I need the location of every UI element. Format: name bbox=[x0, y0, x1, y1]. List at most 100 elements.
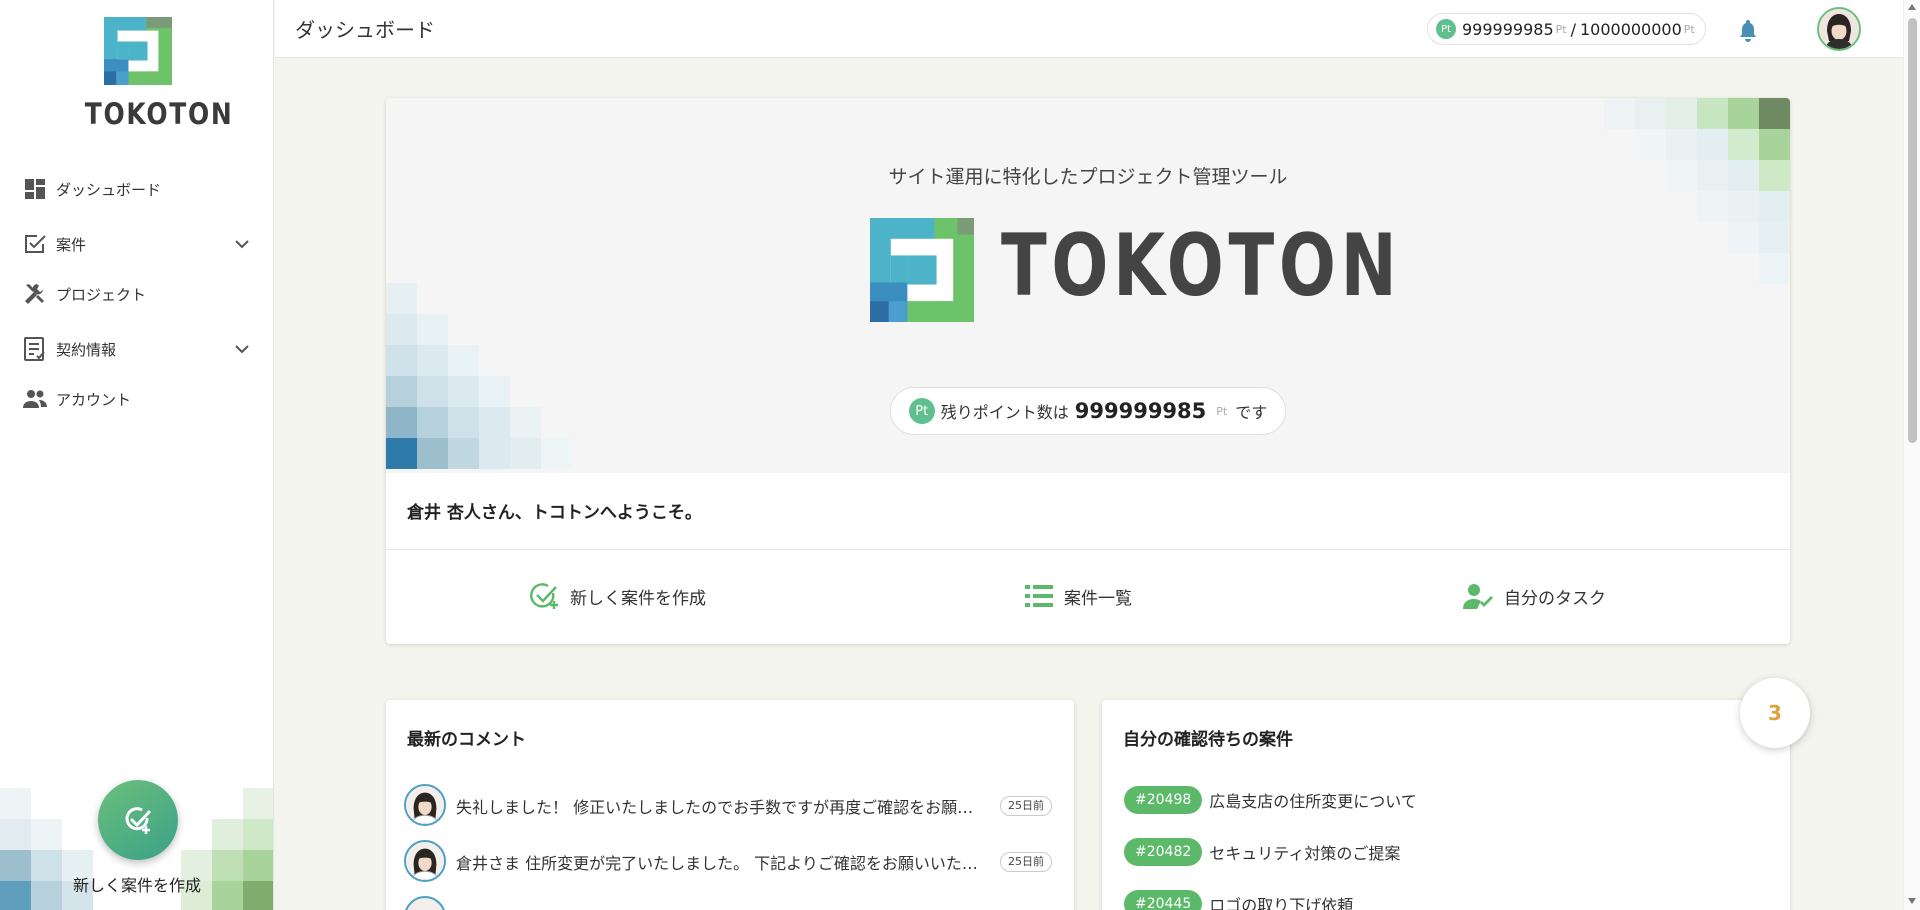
remaining-prefix: 残りポイント数は bbox=[940, 403, 1069, 422]
pending-case-item[interactable]: #20482 セキュリティ対策のご提案 bbox=[1124, 837, 1400, 867]
sidebar: TOKOTON ダッシュボード 案件 プロジェクト 契約情報 アカウント 新しく… bbox=[0, 0, 274, 910]
notification-bell-icon[interactable] bbox=[1737, 18, 1759, 42]
mosaic-tile bbox=[31, 819, 62, 850]
chevron-down-icon[interactable] bbox=[234, 341, 250, 357]
user-check-icon bbox=[1462, 581, 1496, 611]
pending-count-badge[interactable]: 3 bbox=[1740, 678, 1810, 748]
pending-cases-card: 自分の確認待ちの案件 #20498 広島支店の住所変更について #20482 セ… bbox=[1102, 700, 1790, 910]
mosaic-tile bbox=[510, 407, 541, 438]
top-header: ダッシュボード Pt 999999985 Pt / 1000000000 Pt bbox=[275, 0, 1903, 58]
add-task-icon bbox=[125, 807, 152, 834]
sidebar-logo-text: TOKOTON bbox=[84, 97, 234, 131]
scroll-thumb[interactable] bbox=[1908, 18, 1917, 443]
mosaic-tile bbox=[243, 788, 273, 819]
mosaic-tile bbox=[1759, 98, 1790, 129]
mosaic-tile bbox=[417, 345, 448, 376]
points-indicator: Pt 999999985 Pt / 1000000000 Pt bbox=[1427, 13, 1706, 45]
my-tasks-button[interactable]: 自分のタスク bbox=[1462, 581, 1606, 611]
commenter-avatar-icon bbox=[406, 786, 444, 824]
case-list-button[interactable]: 案件一覧 bbox=[1022, 581, 1132, 611]
points-badge-icon: Pt bbox=[908, 398, 935, 424]
points-unit: Pt bbox=[1683, 22, 1695, 36]
hero-tagline: サイト運用に特化したプロジェクト管理ツール bbox=[888, 166, 1288, 188]
remaining-suffix: です bbox=[1235, 403, 1268, 422]
tools-icon bbox=[22, 281, 48, 307]
action-label: 案件一覧 bbox=[1064, 588, 1132, 609]
pending-case-item[interactable]: #20445 ロゴの取り下げ依頼 bbox=[1124, 889, 1353, 910]
mosaic-tile bbox=[448, 345, 479, 376]
mosaic-tile bbox=[541, 438, 572, 469]
new-case-fab-button[interactable] bbox=[98, 780, 178, 860]
mosaic-tile bbox=[448, 438, 479, 469]
sidebar-nav: ダッシュボード 案件 プロジェクト 契約情報 アカウント bbox=[0, 164, 273, 424]
mosaic-tile bbox=[386, 376, 417, 407]
mosaic-tile bbox=[0, 788, 31, 819]
case-title: 広島支店の住所変更について bbox=[1209, 792, 1417, 811]
mosaic-tile bbox=[386, 438, 417, 469]
comment-item[interactable]: 倉井さま 住所変更が完了いたしました。 下記よりご確認をお願いいたします。 25… bbox=[404, 840, 1064, 886]
add-task-icon bbox=[528, 581, 562, 611]
mosaic-tile bbox=[386, 407, 417, 438]
tokoton-logo-icon bbox=[104, 17, 172, 85]
mosaic-tile bbox=[1604, 98, 1635, 129]
people-icon bbox=[22, 386, 48, 412]
welcome-hero-card: サイト運用に特化したプロジェクト管理ツール TOKOTON Pt 残りポイント数… bbox=[386, 98, 1790, 644]
case-id-badge: #20498 bbox=[1124, 786, 1203, 814]
sidebar-item-label: ダッシュボード bbox=[56, 180, 162, 199]
mosaic-tile bbox=[448, 376, 479, 407]
sidebar-item-label: 契約情報 bbox=[56, 340, 117, 359]
sidebar-item-contract[interactable]: 契約情報 bbox=[0, 324, 273, 374]
fab-label: 新しく案件を作成 bbox=[72, 876, 201, 895]
mosaic-tile bbox=[417, 376, 448, 407]
comment-item[interactable]: 失礼しました！ 修正いたしましたのでお手数ですが再度ご確認をお願いいたします。 … bbox=[404, 784, 1064, 830]
mosaic-tile bbox=[212, 819, 243, 850]
page-title: ダッシュボード bbox=[295, 18, 435, 42]
card-title: 最新のコメント bbox=[407, 730, 526, 750]
comment-time-badge: 25日前 bbox=[1000, 796, 1052, 816]
sidebar-item-label: 案件 bbox=[56, 235, 87, 254]
mosaic-tile bbox=[1728, 129, 1759, 160]
mosaic-tile bbox=[1759, 253, 1790, 284]
comment-time-badge: 25日前 bbox=[1000, 852, 1052, 872]
sidebar-item-dashboard[interactable]: ダッシュボード bbox=[0, 164, 273, 214]
mosaic-tile bbox=[0, 819, 31, 850]
remaining-points-pill: Pt 残りポイント数は 999999985 Pt です bbox=[890, 387, 1286, 435]
hero-banner: サイト運用に特化したプロジェクト管理ツール TOKOTON Pt 残りポイント数… bbox=[386, 98, 1790, 473]
mosaic-tile bbox=[1666, 98, 1697, 129]
points-badge-icon: Pt bbox=[1436, 19, 1456, 39]
mosaic-tile bbox=[448, 407, 479, 438]
mosaic-tile bbox=[1728, 222, 1759, 253]
tokoton-logo-icon bbox=[870, 218, 974, 322]
case-title: セキュリティ対策のご提案 bbox=[1209, 844, 1401, 863]
mosaic-tile bbox=[243, 819, 273, 850]
sidebar-item-cases[interactable]: 案件 bbox=[0, 219, 273, 269]
mosaic-tile bbox=[417, 314, 448, 345]
hero-logo-text: TOKOTON bbox=[1001, 216, 1402, 316]
mosaic-tile bbox=[1697, 98, 1728, 129]
points-total: 1000000000 bbox=[1579, 19, 1682, 39]
points-unit: Pt bbox=[1555, 22, 1567, 36]
mosaic-tile bbox=[1697, 129, 1728, 160]
chevron-down-icon[interactable] bbox=[234, 236, 250, 252]
points-separator: / bbox=[1570, 19, 1576, 39]
sidebar-item-project[interactable]: プロジェクト bbox=[0, 269, 273, 319]
decorative-mosaic bbox=[1586, 98, 1790, 298]
list-icon bbox=[1022, 581, 1056, 611]
sidebar-item-account[interactable]: アカウント bbox=[0, 374, 273, 424]
mosaic-tile bbox=[479, 376, 510, 407]
action-label: 自分のタスク bbox=[1504, 588, 1606, 609]
new-case-button[interactable]: 新しく案件を作成 bbox=[528, 581, 706, 611]
points-current: 999999985 bbox=[1462, 19, 1554, 39]
case-title: ロゴの取り下げ依頼 bbox=[1209, 896, 1354, 910]
scroll-up-arrow-icon[interactable] bbox=[1908, 4, 1916, 10]
scroll-down-arrow-icon[interactable] bbox=[1908, 898, 1916, 904]
user-avatar-icon bbox=[1819, 9, 1859, 49]
mosaic-tile bbox=[1759, 191, 1790, 222]
user-avatar[interactable] bbox=[1817, 7, 1861, 51]
pending-case-item[interactable]: #20498 広島支店の住所変更について bbox=[1124, 785, 1417, 815]
page-scrollbar[interactable] bbox=[1903, 0, 1920, 910]
comment-item[interactable] bbox=[404, 896, 1064, 910]
decorative-mosaic bbox=[386, 283, 586, 473]
commenter-avatar-icon bbox=[406, 842, 444, 880]
mosaic-tile bbox=[417, 438, 448, 469]
